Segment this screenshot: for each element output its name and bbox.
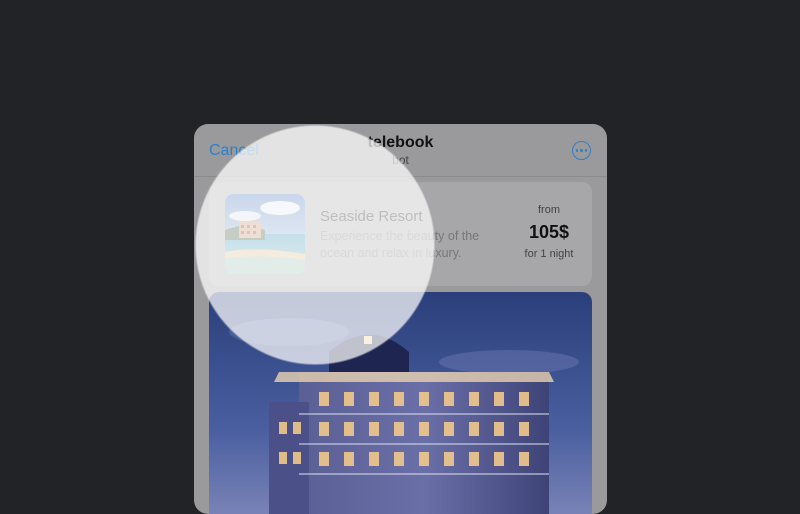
bot-subtitle: bot	[392, 153, 409, 167]
listing-title: Seaside Resort	[320, 208, 423, 225]
price-suffix: for 1 night	[524, 248, 574, 260]
price-prefix: from	[538, 204, 560, 216]
resort-thumbnail-image	[225, 194, 305, 274]
title-block: telebook bot	[194, 134, 607, 168]
bot-title: telebook	[367, 134, 434, 151]
price-value: 105$	[528, 222, 570, 242]
mini-app-sheet: Cancel telebook bot Seaside Resort Exper…	[194, 124, 607, 514]
more-icon[interactable]	[572, 141, 591, 160]
top-bar: Cancel telebook bot	[194, 124, 607, 177]
listing-description: Experience the beauty of the ocean and r…	[320, 229, 480, 260]
hotel-building-image[interactable]	[209, 292, 592, 514]
listing-card[interactable]: Seaside Resort Experience the beauty of …	[209, 182, 592, 286]
